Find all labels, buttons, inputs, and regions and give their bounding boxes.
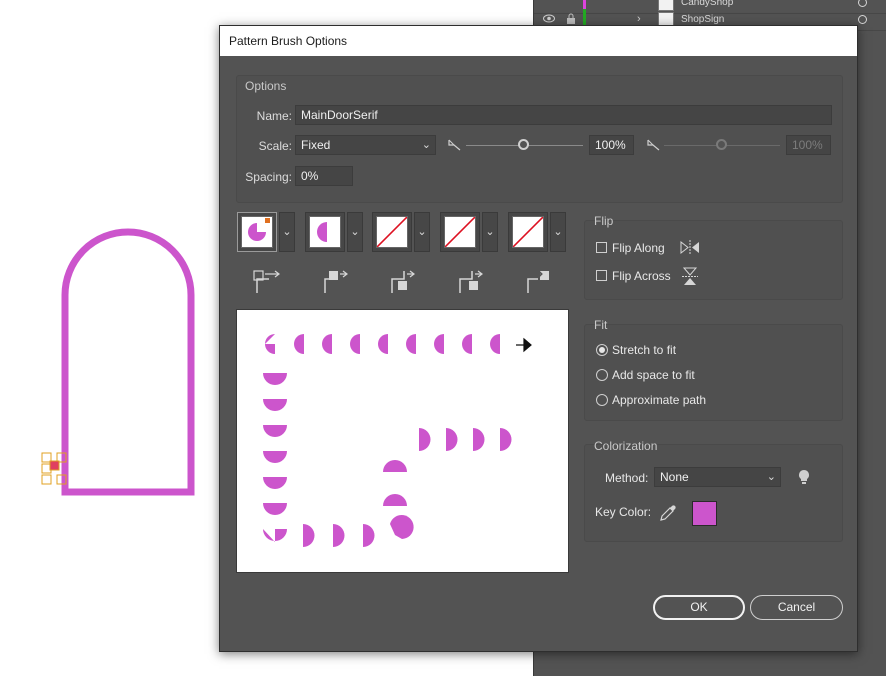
options-group-label: Options [245,79,287,93]
arch-path [61,228,195,496]
flip-along-checkbox[interactable] [596,242,607,253]
path-direction-arrow-icon [516,337,532,353]
target-icon[interactable] [858,15,867,24]
outer-corner-tile-icon [309,216,341,248]
chevron-down-icon: ⌄ [421,139,431,151]
layer-name: ShopSign [681,14,725,25]
colorization-group-label: Colorization [594,439,658,453]
scale-min-field[interactable]: 100% [589,135,634,155]
eyedropper-icon[interactable] [659,504,676,522]
inner-corner-type-icon [391,270,415,293]
chevron-right-icon[interactable]: › [637,13,641,25]
outer-corner-tile-dropdown[interactable]: ⌄ [347,212,363,252]
method-label: Method: [605,471,649,485]
side-tile-icon [241,216,273,248]
preview-pattern [263,334,532,547]
none-tile-icon [444,216,476,248]
lock-icon[interactable] [566,13,576,25]
flip-along-label[interactable]: Flip Along [612,241,665,255]
dialog-title: Pattern Brush Options [229,34,348,48]
scale-max-icon [647,139,660,151]
start-tile-button[interactable] [440,212,480,252]
side-tile-type-icon [253,270,280,293]
ok-button[interactable]: OK [653,595,745,620]
approximate-path-label[interactable]: Approximate path [612,393,706,407]
scale-dropdown[interactable]: Fixed ⌄ [295,135,436,155]
cancel-button[interactable]: Cancel [750,595,843,620]
end-tile-button[interactable] [508,212,548,252]
method-value: None [660,470,689,484]
name-label: Name: [256,109,292,123]
start-tile-type-icon [459,270,483,293]
flip-group-label: Flip [594,214,614,228]
flip-along-icon [680,240,699,255]
inner-corner-tile-button[interactable] [372,212,412,252]
end-tile-type-icon [527,270,549,293]
scale-value: Fixed [301,138,331,152]
end-tile-dropdown[interactable]: ⌄ [550,212,566,252]
colorization-group [584,444,843,542]
none-tile-icon [512,216,544,248]
scale-max-field: 100% [786,135,831,155]
scale-label: Scale: [258,139,292,153]
title-bar[interactable]: Pattern Brush Options [220,26,857,56]
side-tile-button[interactable] [237,212,277,252]
approximate-path-radio[interactable] [596,394,608,406]
outer-corner-tile-button[interactable] [305,212,345,252]
flip-across-checkbox[interactable] [596,270,607,281]
target-icon[interactable] [858,0,867,7]
add-space-to-fit-radio[interactable] [596,369,608,381]
flip-group [584,220,843,300]
spacing-field[interactable]: 0% [295,166,353,186]
chevron-down-icon: ⌄ [766,471,776,483]
inner-corner-tile-dropdown[interactable]: ⌄ [414,212,430,252]
eye-icon[interactable] [543,14,555,23]
pattern-preview [236,309,569,573]
stretch-to-fit-label[interactable]: Stretch to fit [612,343,676,357]
flip-across-icon [682,267,698,285]
tips-lightbulb-icon[interactable] [798,469,810,486]
side-tile-dropdown[interactable]: ⌄ [279,212,295,252]
scale-min-icon [448,139,461,151]
start-tile-dropdown[interactable]: ⌄ [482,212,498,252]
arch-artwork [41,228,195,496]
method-dropdown[interactable]: None ⌄ [654,467,781,487]
none-tile-icon [376,216,408,248]
name-field[interactable]: MainDoorSerif [295,105,832,125]
pattern-brush-options-dialog: Pattern Brush Options Options Name: Main… [219,25,858,652]
stretch-to-fit-radio[interactable] [596,344,608,356]
key-color-label: Key Color: [595,505,652,519]
layer-name: CandyShop [681,0,734,8]
spacing-label: Spacing: [245,170,292,184]
add-space-to-fit-label[interactable]: Add space to fit [612,368,695,382]
key-color-swatch[interactable] [692,501,717,526]
outer-corner-type-icon [324,270,348,293]
flip-across-label[interactable]: Flip Across [612,269,671,283]
fit-group-label: Fit [594,318,608,332]
